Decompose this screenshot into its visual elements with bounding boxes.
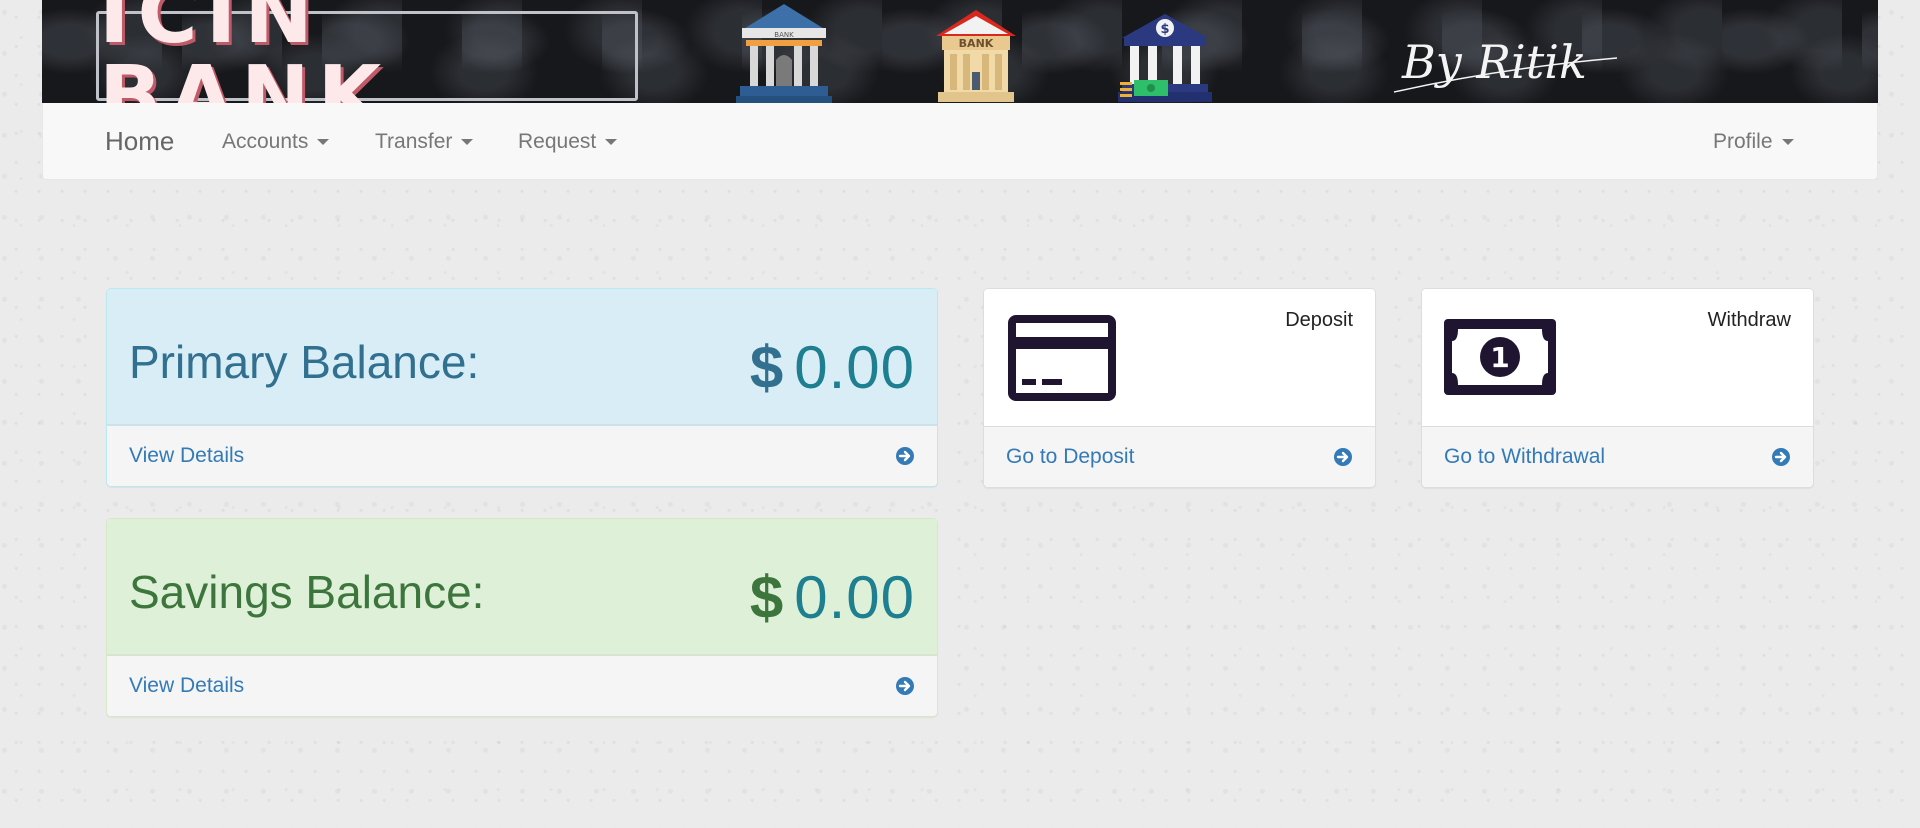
deposit-heading: Deposit: [984, 289, 1375, 427]
circle-arrow-right-icon: [896, 677, 914, 695]
primary-balance-amount: $0.00: [750, 333, 915, 402]
nav-home[interactable]: Home: [105, 103, 174, 180]
deposit-title: Deposit: [1285, 309, 1353, 331]
go-to-deposit-link[interactable]: Go to Deposit: [984, 426, 1375, 487]
caret-down-icon: [605, 138, 618, 145]
nav-accounts-dropdown[interactable]: Accounts: [222, 103, 330, 180]
primary-balance-panel: Primary Balance: $0.00 View Details: [106, 288, 938, 487]
primary-balance-heading: Primary Balance: $0.00: [107, 289, 937, 425]
primary-view-details-label: View Details: [129, 444, 245, 467]
bank-house-icon: BANK: [936, 10, 1016, 102]
navbar: Home Accounts Transfer Request Profile: [42, 103, 1878, 180]
savings-balance-panel: Savings Balance: $0.00 View Details: [106, 518, 938, 717]
bank-money-icon: $: [1118, 14, 1212, 102]
go-to-deposit-label: Go to Deposit: [1006, 445, 1135, 468]
nav-profile-dropdown[interactable]: Profile: [1713, 103, 1794, 180]
nav-profile-label: Profile: [1713, 129, 1773, 153]
caret-down-icon: [1781, 138, 1794, 145]
signature-text: By Ritik: [1401, 35, 1587, 89]
bank-sign: BANK: [959, 37, 994, 50]
caret-down-icon: [317, 138, 330, 145]
brand-logo: ICIN BANK: [96, 0, 638, 103]
primary-balance-label: Primary Balance:: [129, 336, 480, 388]
banknote-icon: 1: [1444, 319, 1556, 395]
bank-sign-small: BANK: [774, 31, 794, 39]
coin-symbol: $: [1160, 22, 1169, 37]
savings-view-details-label: View Details: [129, 674, 245, 697]
signature-logo: By Ritik: [1393, 35, 1618, 93]
nav-transfer-label: Transfer: [375, 129, 453, 153]
savings-balance-value: 0.00: [794, 564, 915, 631]
circle-arrow-right-icon: [1772, 448, 1790, 466]
circle-arrow-right-icon: [896, 447, 914, 465]
go-to-withdrawal-link[interactable]: Go to Withdrawal: [1422, 426, 1813, 487]
withdraw-panel: 1 Withdraw Go to Withdrawal: [1421, 288, 1814, 488]
primary-view-details-link[interactable]: View Details: [107, 425, 937, 486]
caret-down-icon: [461, 138, 474, 145]
nav-request-dropdown[interactable]: Request: [518, 103, 618, 180]
withdraw-heading: 1 Withdraw: [1422, 289, 1813, 427]
go-to-withdrawal-label: Go to Withdrawal: [1444, 445, 1606, 468]
dollar-icon: $: [749, 564, 785, 631]
dollar-icon: $: [749, 334, 785, 401]
nav-request-label: Request: [518, 129, 597, 153]
brand-name: ICIN BANK: [99, 0, 390, 103]
deposit-panel: Deposit Go to Deposit: [983, 288, 1376, 488]
primary-balance-value: 0.00: [794, 334, 915, 401]
nav-transfer-dropdown[interactable]: Transfer: [375, 103, 474, 180]
savings-view-details-link[interactable]: View Details: [107, 655, 937, 716]
banknote-digit: 1: [1490, 341, 1509, 374]
savings-balance-label: Savings Balance:: [129, 566, 485, 618]
header-banner: ICIN BANK BANK BANK $ By Ritik: [42, 0, 1878, 103]
nav-accounts-label: Accounts: [222, 129, 309, 153]
bank-building-icon: BANK: [736, 4, 832, 103]
withdraw-title: Withdraw: [1707, 309, 1791, 331]
savings-balance-amount: $0.00: [750, 563, 915, 632]
circle-arrow-right-icon: [1334, 448, 1352, 466]
savings-balance-heading: Savings Balance: $0.00: [107, 519, 937, 655]
credit-card-icon: [1008, 315, 1116, 401]
